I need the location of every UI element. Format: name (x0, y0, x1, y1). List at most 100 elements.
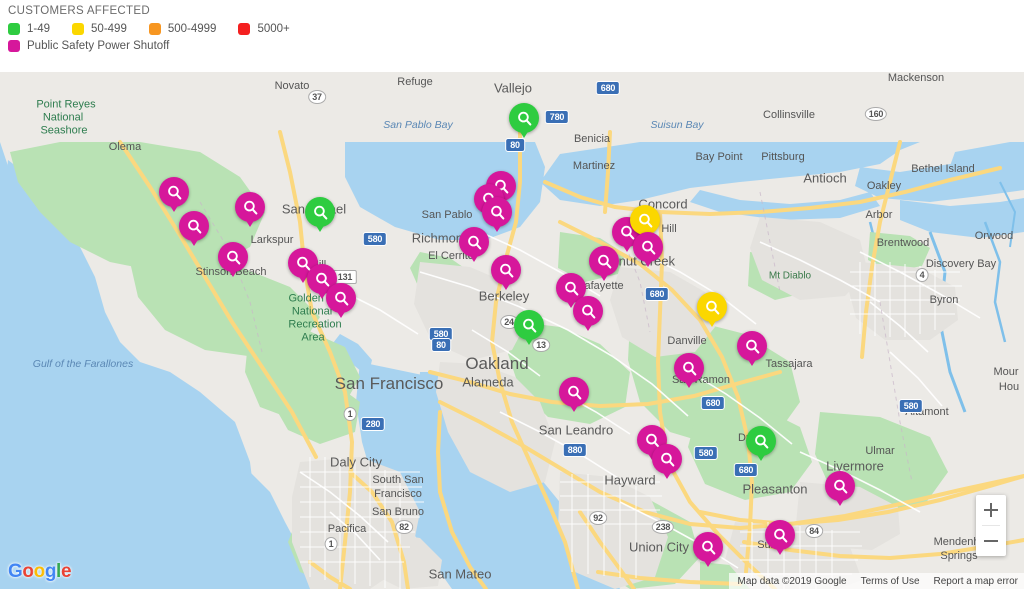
legend-swatch-orange (148, 23, 161, 35)
magnifier-icon (242, 199, 259, 216)
outage-marker[interactable] (159, 177, 189, 212)
magnifier-icon (498, 262, 515, 279)
legend-label-psps: Public Safety Power Shutoff (27, 40, 170, 52)
magnifier-icon (637, 212, 654, 229)
outage-marker[interactable] (559, 377, 589, 412)
google-logo[interactable]: Google (8, 561, 72, 583)
outage-marker[interactable] (179, 211, 209, 246)
legend-item-500-4999: 500-4999 (148, 23, 217, 35)
legend-swatch-red (238, 23, 251, 35)
magnifier-icon (659, 451, 676, 468)
marker-tail (315, 224, 325, 232)
magnifier-icon (772, 527, 789, 544)
zoom-in-button[interactable] (976, 495, 1006, 525)
marker-tail (756, 453, 766, 461)
magnifier-icon (563, 280, 580, 297)
marker-tail (583, 323, 593, 331)
marker-tail (228, 269, 238, 277)
outage-marker[interactable] (825, 471, 855, 506)
magnifier-icon (681, 360, 698, 377)
outage-marker[interactable] (765, 520, 795, 555)
marker-tail (747, 358, 757, 366)
magnifier-icon (832, 478, 849, 495)
outage-marker[interactable] (633, 232, 663, 267)
outage-marker[interactable] (514, 310, 544, 345)
outage-marker[interactable] (737, 331, 767, 366)
marker-tail (662, 471, 672, 479)
marker-tail (703, 559, 713, 567)
zoom-out-button[interactable] (976, 526, 1006, 556)
marker-tail (599, 273, 609, 281)
marker-tail (189, 238, 199, 246)
outage-marker[interactable] (305, 197, 335, 232)
magnifier-icon (700, 539, 717, 556)
magnifier-icon (225, 249, 242, 266)
magnifier-icon (580, 303, 597, 320)
legend-label-50-499: 50-499 (91, 23, 127, 35)
legend-label-1-49: 1-49 (27, 23, 51, 35)
legend-swatch-green (8, 23, 20, 35)
magnifier-icon (295, 255, 312, 272)
legend-item-5000-plus: 5000+ (238, 23, 290, 35)
outage-marker[interactable] (652, 444, 682, 479)
magnifier-icon (596, 253, 613, 270)
marker-tail (169, 204, 179, 212)
marker-tail (775, 547, 785, 555)
legend-item-50-499: 50-499 (72, 23, 127, 35)
map-copyright: Map data ©2019 Google (737, 575, 847, 587)
magnifier-icon (521, 317, 538, 334)
outage-marker[interactable] (509, 103, 539, 138)
legend-item-psps: Public Safety Power Shutoff (8, 40, 169, 52)
legend-panel: CUSTOMERS AFFECTED 1-49 50-499 500-4999 … (0, 0, 1024, 72)
report-map-error-link[interactable]: Report a map error (934, 576, 1018, 587)
magnifier-icon (489, 204, 506, 221)
outage-marker[interactable] (218, 242, 248, 277)
marker-tail (524, 337, 534, 345)
terms-of-use-link[interactable]: Terms of Use (861, 576, 920, 587)
outage-marker[interactable] (491, 255, 521, 290)
marker-tail (643, 259, 653, 267)
magnifier-icon (744, 338, 761, 355)
map-attribution-bar: Map data ©2019 Google Terms of Use Repor… (729, 573, 1024, 589)
magnifier-icon (333, 290, 350, 307)
magnifier-icon (566, 384, 583, 401)
marker-tail (519, 130, 529, 138)
outage-marker[interactable] (746, 426, 776, 461)
marker-tail (684, 380, 694, 388)
map-viewport[interactable]: Novato Refuge Vallejo Collinsville Mackenson… (0, 72, 1024, 589)
outage-marker[interactable] (693, 532, 723, 567)
marker-tail (469, 254, 479, 262)
outage-marker[interactable] (235, 192, 265, 227)
marker-tail (622, 244, 632, 252)
magnifier-icon (314, 271, 331, 288)
legend-item-1-49: 1-49 (8, 23, 50, 35)
marker-tail (336, 310, 346, 318)
outage-marker[interactable] (573, 296, 603, 331)
magnifier-icon (704, 299, 721, 316)
legend-label-5000-plus: 5000+ (257, 23, 290, 35)
magnifier-icon (753, 433, 770, 450)
outage-marker[interactable] (674, 353, 704, 388)
magnifier-icon (466, 234, 483, 251)
legend-swatch-magenta (8, 40, 20, 52)
magnifier-icon (166, 184, 183, 201)
map-basemap (0, 72, 1024, 589)
outage-marker[interactable] (697, 292, 727, 327)
outage-marker[interactable] (589, 246, 619, 281)
magnifier-icon (312, 204, 329, 221)
outage-marker[interactable] (459, 227, 489, 262)
marker-tail (245, 219, 255, 227)
outage-marker[interactable] (482, 197, 512, 232)
legend-swatch-yellow (72, 23, 85, 35)
marker-tail (492, 224, 502, 232)
outage-marker[interactable] (326, 283, 356, 318)
outage-marker[interactable] (630, 205, 660, 240)
marker-tail (569, 404, 579, 412)
legend-title: CUSTOMERS AFFECTED (8, 5, 150, 17)
magnifier-icon (640, 239, 657, 256)
marker-tail (501, 282, 511, 290)
marker-tail (707, 319, 717, 327)
legend-label-500-4999: 500-4999 (167, 23, 217, 35)
zoom-control[interactable] (976, 495, 1006, 556)
legend-row-customers: 1-49 50-499 500-4999 5000+ (8, 23, 1024, 35)
